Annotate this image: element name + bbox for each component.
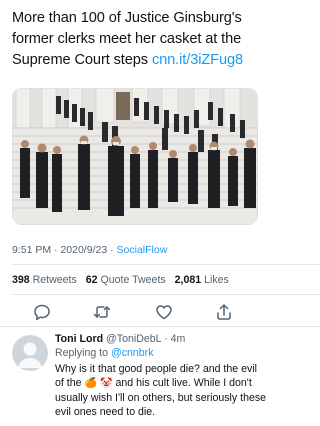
tweet-time: 9:51 PM	[12, 244, 52, 256]
tweet-link[interactable]: cnn.it/3iZFug8	[152, 52, 243, 68]
quotes-label: Quote Tweets	[100, 274, 166, 286]
reply-body: Why is it that good people die? and the …	[55, 362, 267, 419]
tweet-stats: 398 Retweets 62 Quote Tweets 2,081 Likes	[12, 274, 229, 286]
likes-count: 2,081	[174, 274, 202, 286]
retweets-label: Retweets	[32, 274, 77, 286]
replying-to: Replying to @cnnbrk	[55, 347, 154, 359]
photo-supreme-court-steps	[12, 88, 258, 225]
reply-header: Toni Lord @ToniDebL · 4m	[55, 333, 185, 345]
reply-author-name[interactable]: Toni Lord	[55, 333, 103, 345]
avatar[interactable]	[12, 335, 48, 371]
reply-author-handle[interactable]: @ToniDebL	[106, 333, 161, 345]
reply-tweet[interactable]: Toni Lord @ToniDebL · 4m Replying to @cn…	[0, 327, 270, 426]
tweet-photo[interactable]	[12, 88, 258, 225]
tweet-text: More than 100 of Justice Ginsburg's form…	[12, 8, 264, 71]
replying-to-mention[interactable]: @cnnbrk	[111, 347, 154, 359]
tweet-actions	[0, 300, 270, 324]
default-avatar-icon	[18, 342, 42, 368]
tweet-source[interactable]: SocialFlow	[117, 244, 168, 256]
tweet-date: 2020/9/23	[60, 244, 108, 256]
likes-stat[interactable]: 2,081 Likes	[175, 274, 229, 286]
retweets-stat[interactable]: 398 Retweets	[12, 274, 77, 286]
quotes-count: 62	[85, 274, 98, 286]
share-icon[interactable]	[214, 302, 234, 322]
retweet-icon[interactable]	[92, 302, 112, 322]
divider	[12, 264, 320, 265]
likes-label: Likes	[204, 274, 229, 286]
retweets-count: 398	[12, 274, 30, 286]
quotes-stat[interactable]: 62 Quote Tweets	[86, 274, 166, 286]
replying-prefix: Replying to	[55, 347, 111, 359]
reply-emoji: 🍊 🤡	[84, 378, 113, 389]
reply-icon[interactable]	[32, 302, 52, 322]
tweet-meta: 9:51 PM · 2020/9/23 · SocialFlow	[12, 244, 167, 256]
like-icon[interactable]	[154, 302, 174, 322]
divider	[12, 294, 320, 295]
reply-age: 4m	[170, 333, 186, 345]
reply-dot: ·	[161, 333, 171, 345]
